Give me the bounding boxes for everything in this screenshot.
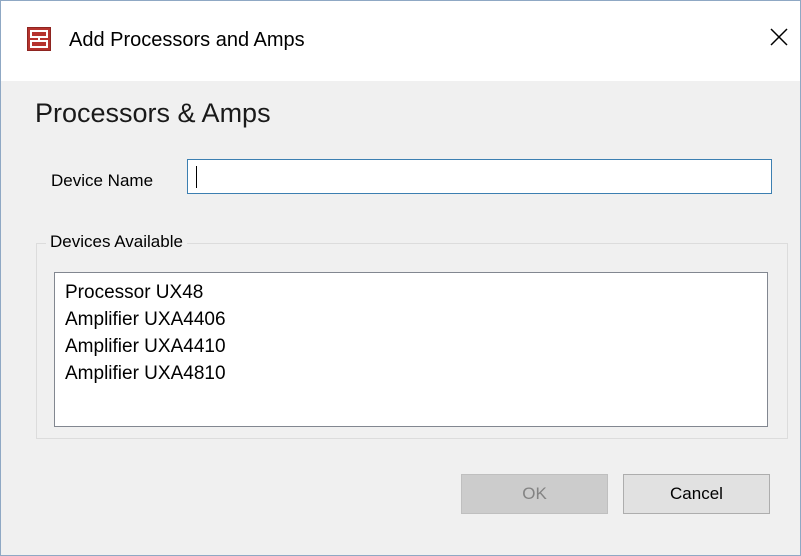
list-item[interactable]: Amplifier UXA4810 xyxy=(65,360,767,387)
cancel-button[interactable]: Cancel xyxy=(623,474,770,514)
ok-button[interactable]: OK xyxy=(461,474,608,514)
device-list[interactable]: Processor UX48 Amplifier UXA4406 Amplifi… xyxy=(54,272,768,427)
close-icon xyxy=(769,27,789,52)
dialog-window: Add Processors and Amps Processors & Amp… xyxy=(0,0,801,556)
device-name-label: Device Name xyxy=(51,171,154,190)
devices-available-label: Devices Available xyxy=(46,232,187,252)
title-bar[interactable]: Add Processors and Amps xyxy=(1,1,800,81)
list-item[interactable]: Processor UX48 xyxy=(65,279,767,306)
device-name-input[interactable] xyxy=(187,159,772,194)
close-button[interactable] xyxy=(761,21,797,57)
page-title: Processors & Amps xyxy=(35,98,271,128)
text-caret xyxy=(196,166,197,188)
app-logo-icon xyxy=(27,27,51,51)
window-title: Add Processors and Amps xyxy=(69,29,305,51)
list-item[interactable]: Amplifier UXA4410 xyxy=(65,333,767,360)
list-item[interactable]: Amplifier UXA4406 xyxy=(65,306,767,333)
